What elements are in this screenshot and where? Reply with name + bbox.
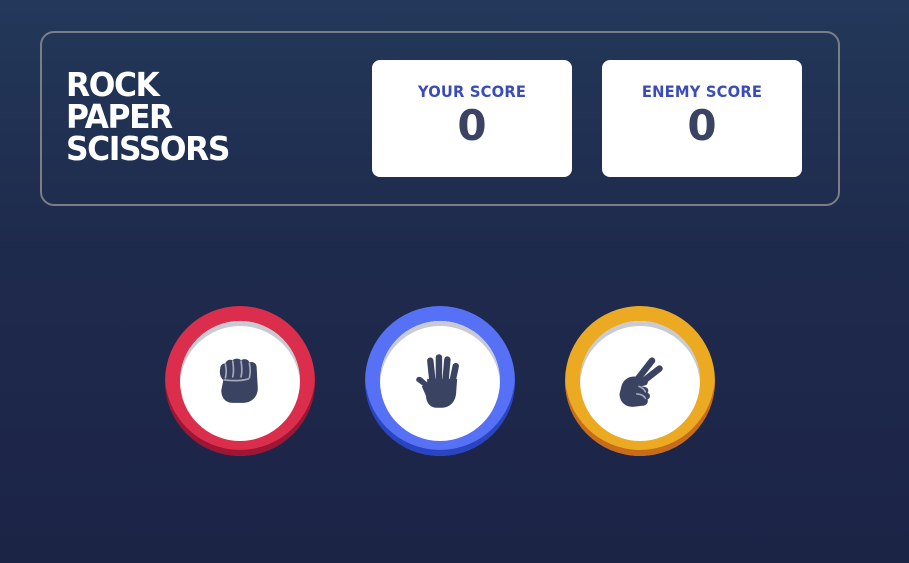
player-score-box: YOUR SCORE 0 [372,60,572,177]
fist-icon [219,358,258,403]
score-header: ROCK PAPER SCISSORS YOUR SCORE 0 ENEMY S… [40,31,840,206]
open-hand-icon [416,354,459,408]
enemy-score-label: ENEMY SCORE [641,82,763,101]
enemy-score-box: ENEMY SCORE 0 [602,60,802,177]
game-title: ROCK PAPER SCISSORS [66,68,230,168]
peace-hand-icon [619,357,663,407]
enemy-score-value: 0 [687,101,717,150]
player-score-label: YOUR SCORE [417,82,527,101]
title-line-scissors: SCISSORS [66,129,230,168]
paper-button[interactable] [365,306,515,456]
paper-button-face [380,321,500,441]
rock-button-face [180,321,300,441]
rock-button[interactable] [165,306,315,456]
scissors-button[interactable] [565,306,715,456]
scissors-button-face [580,321,700,441]
player-score-value: 0 [457,101,487,150]
